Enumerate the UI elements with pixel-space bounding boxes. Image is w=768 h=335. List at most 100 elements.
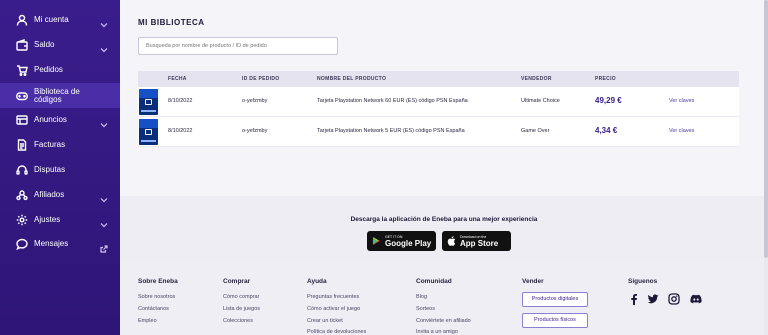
app-store-label: App Store bbox=[460, 238, 499, 248]
invoice-icon bbox=[16, 139, 28, 151]
google-play-button[interactable]: GET IT ON Google Play bbox=[367, 231, 436, 251]
sidebar-item-saldo[interactable]: Saldo bbox=[0, 33, 120, 57]
sidebar-item-facturas[interactable]: Facturas bbox=[0, 133, 120, 157]
app-download-title: Descarga la aplicación de Eneba para una… bbox=[350, 216, 538, 223]
chat-icon bbox=[16, 238, 28, 250]
column-header-fecha: FECHA bbox=[168, 76, 187, 82]
facebook-icon[interactable] bbox=[628, 292, 640, 310]
external-link-icon[interactable] bbox=[100, 240, 108, 253]
cell-precio: 4,34 € bbox=[595, 126, 618, 135]
scrollbar-thumb[interactable] bbox=[764, 0, 768, 258]
sidebar-item-label: Biblioteca de códigos bbox=[34, 87, 80, 104]
footer-link[interactable]: Cómo activar el juego bbox=[307, 306, 360, 312]
sidebar-item-anuncios[interactable]: Anuncios bbox=[0, 108, 120, 132]
sidebar-item-label: Afiliados bbox=[34, 190, 65, 199]
app-store-button[interactable]: Download on the App Store bbox=[442, 231, 511, 251]
cell-id: o-yefzmby bbox=[242, 98, 268, 104]
ver-claves-link[interactable]: Ver claves bbox=[669, 128, 694, 134]
ver-claves-link[interactable]: Ver claves bbox=[669, 98, 694, 104]
footer-link[interactable]: Lista de juegos bbox=[223, 306, 260, 312]
footer-link[interactable]: Blog bbox=[416, 294, 427, 300]
footer-link[interactable]: Invita a un amigo bbox=[416, 329, 458, 335]
ads-icon bbox=[16, 114, 28, 126]
discord-icon[interactable] bbox=[690, 292, 702, 310]
chevron-down-icon[interactable] bbox=[100, 191, 108, 203]
column-header-id: ID DE PEDIDO bbox=[242, 76, 280, 82]
sidebar-item-label: Mensajes bbox=[34, 239, 69, 248]
headset-icon bbox=[16, 164, 28, 176]
main-content: MI BIBLIOTECA FECHA ID DE PEDIDO NOMBRE … bbox=[120, 0, 768, 335]
cell-vendedor: Game Over bbox=[521, 128, 550, 134]
footer-title-comprar: Comprar bbox=[223, 278, 251, 285]
cell-id: o-yefzmby bbox=[242, 128, 268, 134]
footer-link[interactable]: Cómo comprar bbox=[223, 294, 259, 300]
footer-title-siguenos: Síguenos bbox=[628, 278, 658, 285]
footer-link[interactable]: Conviértete en afiliado bbox=[416, 318, 471, 324]
table-header: FECHA ID DE PEDIDO NOMBRE DEL PRODUCTO V… bbox=[138, 71, 739, 87]
cell-producto: Tarjeta Playstation Network 5 EUR (ES) c… bbox=[317, 128, 465, 134]
footer-link[interactable]: Política de devoluciones bbox=[307, 329, 366, 335]
footer-link[interactable]: Preguntas frecuentes bbox=[307, 294, 359, 300]
footer-title-ayuda: Ayuda bbox=[307, 278, 327, 285]
footer-link[interactable]: Sobre nosotros bbox=[138, 294, 175, 300]
column-header-vendedor: VENDEDOR bbox=[521, 76, 552, 82]
sidebar-item-label: Mi cuenta bbox=[34, 15, 69, 24]
chevron-down-icon[interactable] bbox=[100, 116, 108, 128]
psn-card-thumbnail bbox=[139, 89, 158, 115]
productos-digitales-button[interactable]: Productos digitales bbox=[522, 292, 588, 307]
sidebar-item-afiliados[interactable]: Afiliados bbox=[0, 183, 120, 207]
cell-fecha: 8/10/2022 bbox=[168, 128, 193, 134]
cell-precio: 49,29 € bbox=[595, 96, 622, 105]
search-input[interactable] bbox=[138, 37, 338, 55]
app-download-section: Descarga la aplicación de Eneba para una… bbox=[120, 196, 768, 261]
sidebar-item-pedidos[interactable]: Pedidos bbox=[0, 58, 120, 82]
chevron-down-icon[interactable] bbox=[100, 16, 108, 28]
table-row: 8/10/2022 o-yefzmby Tarjeta Playstation … bbox=[138, 87, 739, 117]
cell-vendedor: Ultimate Choice bbox=[521, 98, 560, 104]
sidebar-item-biblioteca[interactable]: Biblioteca de códigos bbox=[0, 83, 120, 108]
column-header-producto: NOMBRE DEL PRODUCTO bbox=[317, 76, 387, 82]
sidebar-item-disputas[interactable]: Disputas bbox=[0, 158, 120, 182]
instagram-icon[interactable] bbox=[668, 292, 680, 310]
google-play-icon bbox=[372, 236, 380, 246]
psn-card-thumbnail bbox=[139, 119, 158, 145]
footer-title-sobre: Sobre Eneba bbox=[138, 278, 178, 285]
chevron-down-icon[interactable] bbox=[100, 216, 108, 228]
gamepad-icon bbox=[16, 90, 28, 102]
cell-producto: Tarjeta Playstation Network 60 EUR (ES) … bbox=[317, 98, 468, 104]
cart-icon bbox=[16, 64, 28, 76]
footer: Sobre Eneba Sobre nosotros Contáctanos E… bbox=[120, 261, 768, 335]
footer-link[interactable]: Empleo bbox=[138, 318, 157, 324]
sidebar-item-label: Disputas bbox=[34, 165, 66, 174]
gear-icon bbox=[16, 214, 28, 226]
sidebar-item-label: Anuncios bbox=[34, 115, 67, 124]
google-play-label: Google Play bbox=[385, 238, 432, 248]
sidebar-item-mensajes[interactable]: Mensajes bbox=[0, 232, 120, 256]
chevron-down-icon[interactable] bbox=[100, 41, 108, 53]
footer-link[interactable]: Sorteos bbox=[416, 306, 435, 312]
sidebar-item-mi-cuenta[interactable]: Mi cuenta bbox=[0, 8, 120, 32]
twitter-icon[interactable] bbox=[647, 292, 659, 310]
sidebar: Mi cuenta Saldo Pedidos Biblioteca de có… bbox=[0, 0, 120, 335]
footer-title-vender: Vender bbox=[522, 278, 544, 285]
cell-fecha: 8/10/2022 bbox=[168, 98, 193, 104]
user-icon bbox=[16, 14, 28, 26]
wallet-icon bbox=[16, 39, 28, 51]
productos-fisicos-button[interactable]: Productos físicos bbox=[522, 313, 588, 328]
sidebar-item-label: Pedidos bbox=[34, 65, 63, 74]
footer-link[interactable]: Colecciones bbox=[223, 318, 253, 324]
column-header-precio: PRECIO bbox=[595, 76, 616, 82]
sidebar-item-label: Facturas bbox=[34, 140, 66, 149]
page-title: MI BIBLIOTECA bbox=[138, 18, 205, 27]
table-row: 8/10/2022 o-yefzmby Tarjeta Playstation … bbox=[138, 117, 739, 147]
footer-title-comunidad: Comunidad bbox=[416, 278, 452, 285]
affiliate-icon bbox=[16, 189, 28, 201]
footer-link[interactable]: Contáctanos bbox=[138, 306, 169, 312]
scrollbar-track[interactable] bbox=[764, 0, 768, 335]
sidebar-item-label: Ajustes bbox=[34, 215, 61, 224]
footer-link[interactable]: Crear un ticket bbox=[307, 318, 343, 324]
library-table: FECHA ID DE PEDIDO NOMBRE DEL PRODUCTO V… bbox=[138, 71, 739, 147]
sidebar-item-ajustes[interactable]: Ajustes bbox=[0, 208, 120, 232]
sidebar-item-label: Saldo bbox=[34, 40, 55, 49]
apple-icon bbox=[447, 236, 456, 246]
